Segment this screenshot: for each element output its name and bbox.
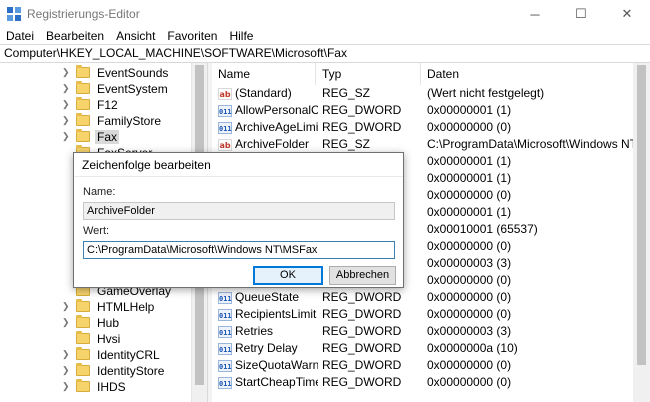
table-row[interactable]: ab (Standard) REG_SZ (Wert nicht festgelegt… xyxy=(212,85,632,102)
folder-icon xyxy=(76,65,90,78)
dword-value-icon: 011 xyxy=(218,376,232,389)
table-row[interactable]: ab ArchiveFolder REG_SZ C:\ProgramData\Micr… xyxy=(212,136,650,153)
folder-icon xyxy=(76,97,90,110)
dword-value-icon: 011 xyxy=(218,121,232,134)
chevron-right-icon[interactable]: ❯ xyxy=(62,83,72,94)
dword-value-icon: 011 xyxy=(218,342,232,355)
table-row[interactable]: 011 Retries REG_DWORD 0x00000003 (3) xyxy=(212,323,632,340)
minimize-button[interactable]: ─ xyxy=(512,0,558,28)
folder-icon xyxy=(76,347,90,360)
menu-item-hilfe[interactable]: Hilfe xyxy=(223,28,259,44)
tree-item[interactable]: ❯ IHDS xyxy=(62,377,128,396)
name-label: Name: xyxy=(83,186,116,198)
chevron-right-icon[interactable]: ❯ xyxy=(62,115,72,126)
address-bar[interactable]: Computer\HKEY_LOCAL_MACHINE\SOFTWARE\Mic… xyxy=(0,44,650,63)
close-button[interactable]: ✕ xyxy=(604,0,650,28)
dword-value-icon: 011 xyxy=(218,291,232,304)
chevron-right-icon[interactable]: ❯ xyxy=(62,365,72,376)
menu-item-favoriten[interactable]: Favoriten xyxy=(161,28,223,44)
dword-value-icon: 011 xyxy=(218,325,232,338)
table-row[interactable]: 011 RecipientsLimit REG_DWORD 0x00000000 (0… xyxy=(212,306,632,323)
cancel-button[interactable]: Abbrechen xyxy=(329,266,396,285)
value-field[interactable]: C:\ProgramData\Microsoft\Windows NT\MSFa… xyxy=(83,241,395,259)
window-title: Registrierungs-Editor xyxy=(27,7,140,21)
chevron-right-icon[interactable]: ❯ xyxy=(62,317,72,328)
table-row[interactable]: 011 StartCheapTime REG_DWORD 0x00000000 (0) xyxy=(212,374,632,391)
column-header-data[interactable]: Daten xyxy=(421,63,633,85)
column-header-name[interactable]: Name xyxy=(212,63,316,85)
registry-editor-icon xyxy=(7,7,21,21)
chevron-right-icon[interactable]: ❯ xyxy=(62,67,72,78)
string-value-icon: ab xyxy=(218,87,232,100)
folder-icon xyxy=(76,299,90,312)
menu-item-bearbeiten[interactable]: Bearbeiten xyxy=(40,28,110,44)
folder-icon xyxy=(76,113,90,126)
maximize-button[interactable]: ☐ xyxy=(558,0,604,28)
ok-button[interactable]: OK xyxy=(253,266,323,285)
chevron-right-icon[interactable]: ❯ xyxy=(62,349,72,360)
table-row[interactable]: 011 QueueState REG_DWORD 0x00000000 (0) xyxy=(212,289,632,306)
table-row[interactable]: 011AllowPersonalC...REG_DWORD0x00000001 … xyxy=(212,102,632,119)
chevron-right-icon[interactable]: ❯ xyxy=(62,301,72,312)
dword-value-icon: 011 xyxy=(218,104,232,117)
dword-value-icon: 011 xyxy=(218,359,232,372)
chevron-right-icon[interactable]: ❯ xyxy=(62,381,72,392)
folder-icon xyxy=(76,363,90,376)
column-header-type[interactable]: Typ xyxy=(316,63,421,85)
folder-icon xyxy=(76,331,90,344)
chevron-right-icon[interactable]: ❯ xyxy=(62,99,72,110)
edit-string-dialog: Zeichenfolge bearbeiten Name: ArchiveFol… xyxy=(73,152,404,288)
menu-item-ansicht[interactable]: Ansicht xyxy=(110,28,161,44)
title-bar: Registrierungs-Editor ─ ☐ ✕ xyxy=(0,0,650,28)
values-scrollbar-thumb[interactable] xyxy=(637,65,646,365)
chevron-right-icon[interactable]: ❯ xyxy=(62,131,72,142)
table-row[interactable]: 011 Retry Delay REG_DWORD 0x0000000a (10) xyxy=(212,340,632,357)
name-field: ArchiveFolder xyxy=(83,202,395,220)
table-row[interactable]: 011 ArchiveAgeLimit REG_DWORD 0x00000000 (0… xyxy=(212,119,632,136)
folder-icon xyxy=(76,129,90,142)
folder-icon xyxy=(76,379,90,392)
folder-icon xyxy=(76,81,90,94)
menu-bar: Datei Bearbeiten Ansicht Favoriten Hilfe xyxy=(0,28,650,44)
dialog-title: Zeichenfolge bearbeiten xyxy=(74,153,403,177)
table-row[interactable]: 011 SizeQuotaWarn REG_DWORD 0x00000000 (0) xyxy=(212,357,632,374)
string-value-icon: ab xyxy=(218,138,232,151)
folder-icon xyxy=(76,315,90,328)
dword-value-icon: 011 xyxy=(218,308,232,321)
menu-item-datei[interactable]: Datei xyxy=(0,28,40,44)
value-label: Wert: xyxy=(83,225,110,237)
